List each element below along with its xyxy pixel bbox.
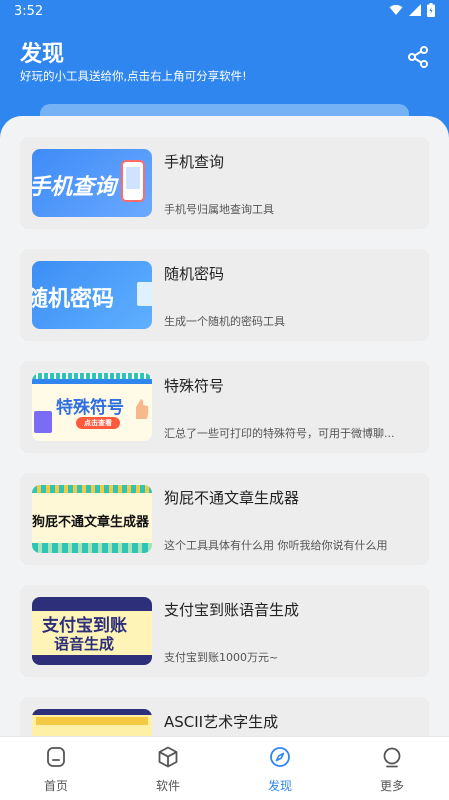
- tool-description: 这个工具具体有什么用 你听我给你说有什么用: [164, 539, 388, 552]
- tool-title: 特殊符号: [164, 377, 225, 395]
- tool-description: 生成一个随机的密码工具: [164, 315, 285, 328]
- tool-card-alipay-voice[interactable]: 支付宝到账 语音生成 支付宝到账语音生成 支付宝到账1000万元~: [20, 585, 429, 677]
- thumbnail-text: 特殊符号: [56, 398, 124, 418]
- tool-thumbnail: 狗屁不通文章生成器: [32, 485, 152, 553]
- nav-item-software[interactable]: 软件: [112, 737, 224, 800]
- tool-thumbnail: 手机查询: [32, 149, 152, 217]
- tool-card-nonsense-article[interactable]: 狗屁不通文章生成器 狗屁不通文章生成器 这个工具具体有什么用 你听我给你说有什么…: [20, 473, 429, 565]
- thumbnail-text: 手机查询: [32, 175, 117, 200]
- status-bar: 3:52: [0, 0, 449, 24]
- nav-item-discover[interactable]: 发现: [224, 737, 336, 800]
- status-icons: [389, 3, 435, 17]
- tool-title: 随机密码: [164, 265, 225, 283]
- phone-icon: [121, 160, 145, 202]
- tool-card-phone-lookup[interactable]: 手机查询 手机查询 手机号归属地查询工具: [20, 137, 429, 229]
- tool-title: 手机查询: [164, 153, 225, 171]
- bottom-nav: 首页 软件 发现 更多: [0, 736, 449, 800]
- share-button[interactable]: [405, 44, 431, 70]
- tool-thumbnail: 随机密码: [32, 261, 152, 329]
- tool-card-ascii-art[interactable]: ASCII艺术字生成: [20, 697, 429, 736]
- thumbnail-text: 随机密码: [32, 287, 115, 312]
- thumbnail-text-line2: 语音生成: [54, 635, 115, 653]
- tool-thumbnail: 支付宝到账 语音生成: [32, 597, 152, 665]
- tool-description: 支付宝到账1000万元~: [164, 651, 279, 664]
- home-icon: [47, 747, 65, 767]
- tool-description: 汇总了一些可打印的特殊符号，可用于微博聊...: [164, 427, 395, 440]
- tool-card-special-symbols[interactable]: 特殊符号 点击查看 特殊符号 汇总了一些可打印的特殊符号，可用于微博聊...: [20, 361, 429, 453]
- wifi-icon: [389, 4, 403, 15]
- status-time: 3:52: [14, 4, 44, 19]
- nav-label: 首页: [43, 779, 68, 793]
- page-title: 发现: [20, 42, 65, 67]
- battery-icon: [427, 3, 435, 17]
- tool-thumbnail: [32, 709, 152, 736]
- document-icon: [137, 282, 152, 306]
- nav-label: 更多: [379, 779, 404, 793]
- nav-label: 软件: [155, 779, 180, 793]
- tool-title: 狗屁不通文章生成器: [164, 489, 300, 507]
- page-subtitle: 好玩的小工具送给你,点击右上角可分享软件!: [20, 69, 247, 83]
- signal-icon: [409, 4, 421, 16]
- share-icon: [408, 46, 428, 68]
- more-icon: [383, 747, 401, 768]
- thumbnail-text: 狗屁不通文章生成器: [32, 515, 150, 530]
- box-icon: [158, 746, 178, 768]
- tool-card-random-password[interactable]: 随机密码 随机密码 生成一个随机的密码工具: [20, 249, 429, 341]
- thumbs-up-icon: [136, 399, 149, 419]
- nav-label: 发现: [267, 779, 292, 793]
- tool-title: 支付宝到账语音生成: [164, 601, 300, 619]
- tool-description: 手机号归属地查询工具: [164, 203, 274, 216]
- thumbnail-subtext: 点击查看: [76, 417, 120, 429]
- compass-icon: [270, 747, 290, 767]
- tool-title: ASCII艺术字生成: [164, 713, 279, 731]
- nav-item-more[interactable]: 更多: [336, 737, 448, 800]
- tool-thumbnail: 特殊符号 点击查看: [32, 373, 152, 441]
- tool-list: 手机查询 手机查询 手机号归属地查询工具 随机密码 随机密码 生成一个随机的密码…: [0, 116, 449, 736]
- nav-item-home[interactable]: 首页: [0, 737, 112, 800]
